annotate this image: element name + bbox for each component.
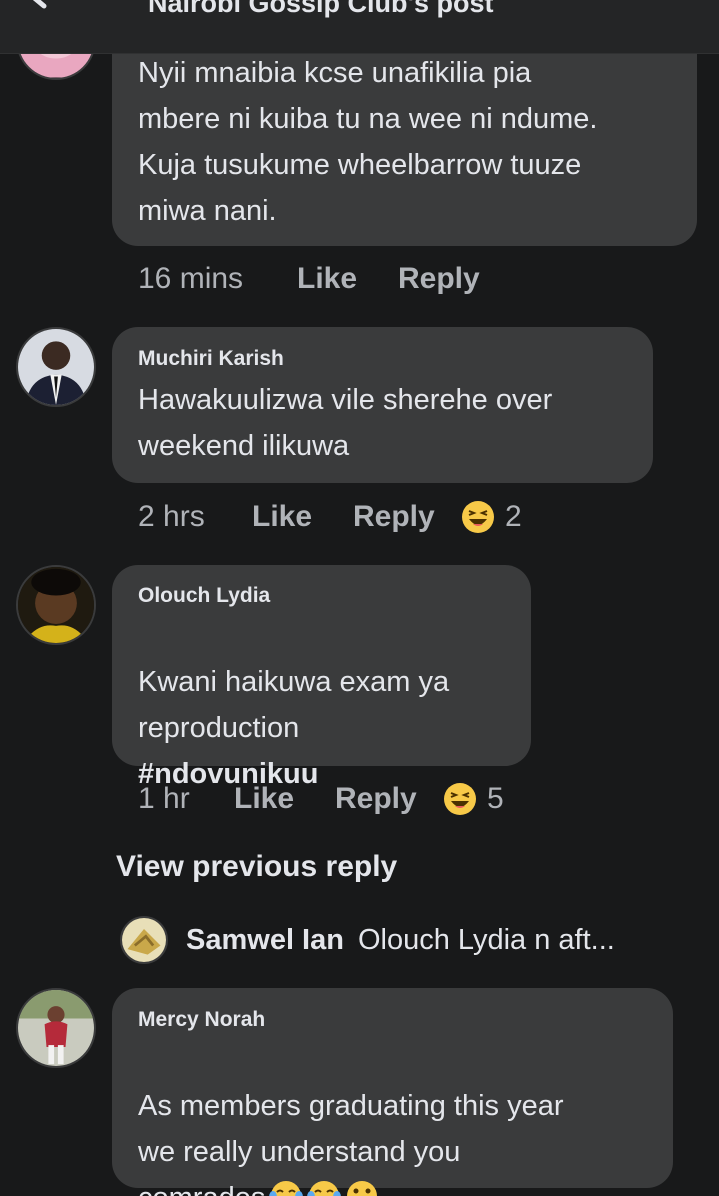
comment-text: As members graduating this year we reall… bbox=[138, 1037, 668, 1196]
tears-of-joy-emoji-icon bbox=[307, 1181, 342, 1196]
post-header: Nairobi Gossip Club's post bbox=[0, 0, 719, 54]
reply-button[interactable]: Reply bbox=[335, 782, 417, 816]
back-arrow-icon[interactable] bbox=[26, 0, 70, 16]
like-button[interactable]: Like bbox=[252, 500, 312, 534]
laughing-emoji-icon bbox=[462, 501, 494, 533]
comment-text: Nyii mnaibia kcse unafikilia pia mbere n… bbox=[138, 57, 598, 227]
laughing-emoji-icon bbox=[444, 783, 476, 815]
tears-of-joy-emoji-icon bbox=[269, 1181, 304, 1196]
nested-reply[interactable]: Samwel Ian Olouch Lydia n aft... bbox=[120, 916, 615, 964]
avatar[interactable] bbox=[16, 565, 96, 645]
comment-author[interactable]: Olouch Lydia bbox=[138, 584, 270, 608]
comment-text: Hawakuulizwa vile sherehe over weekend i… bbox=[138, 384, 553, 462]
comment-meta: 16 mins bbox=[138, 262, 243, 296]
avatar[interactable] bbox=[120, 916, 168, 964]
hand-over-mouth-emoji-icon bbox=[347, 1181, 378, 1196]
comment-time: 2 hrs bbox=[138, 500, 205, 533]
comment-author[interactable]: Mercy Norah bbox=[138, 1008, 265, 1032]
comment-time: 16 mins bbox=[138, 262, 244, 295]
page-title: Nairobi Gossip Club's post bbox=[148, 0, 494, 18]
reply-button[interactable]: Reply bbox=[353, 500, 435, 534]
avatar[interactable] bbox=[16, 327, 96, 407]
avatar[interactable] bbox=[16, 988, 96, 1068]
view-previous-reply-link[interactable]: View previous reply bbox=[116, 850, 397, 884]
like-button[interactable]: Like bbox=[234, 782, 294, 816]
reaction-count[interactable]: 5 bbox=[443, 782, 504, 816]
like-button[interactable]: Like bbox=[297, 262, 357, 296]
nested-reply-text: Olouch Lydia n aft... bbox=[357, 923, 615, 956]
comment-time: 1 hr bbox=[138, 782, 190, 815]
reaction-count[interactable]: 2 bbox=[461, 500, 522, 534]
comment-text: Kwani haikuwa exam ya reproduction #ndovu… bbox=[138, 666, 450, 790]
reply-button[interactable]: Reply bbox=[398, 262, 480, 296]
nested-reply-author[interactable]: Samwel Ian bbox=[186, 924, 344, 957]
comment-author[interactable]: Muchiri Karish bbox=[138, 347, 284, 371]
